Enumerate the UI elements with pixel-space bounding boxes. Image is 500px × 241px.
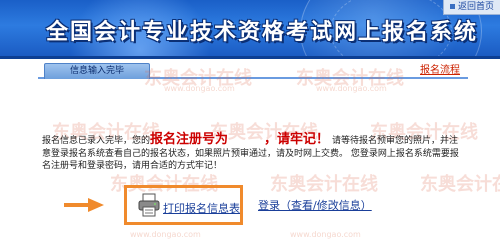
login-link[interactable]: 登录（查看/修改信息） [258, 197, 372, 213]
printer-icon [138, 193, 160, 217]
home-link[interactable]: 返回首页 [443, 0, 500, 15]
registration-notice: 报名信息已录入完毕，您的报名注册号为 ，请牢记！ 请等待报名预审您的照片，并注意… [42, 132, 466, 182]
bullet-icon [449, 4, 455, 9]
print-highlight-box: 打印报名信息表 [124, 185, 243, 225]
system-title: 全国会计专业技术资格考试网上报名系统 [46, 20, 479, 45]
watermark-url: www.dongao.com [164, 84, 235, 93]
home-link-label: 返回首页 [457, 2, 494, 12]
print-registration-link[interactable]: 打印报名信息表 [163, 200, 240, 216]
arrow-right-icon [64, 198, 104, 212]
tab-bar: 信息输入完毕 报名流程 [0, 59, 500, 85]
process-link[interactable]: 报名流程 [414, 63, 466, 78]
watermark-url: www.dongao.com [290, 230, 361, 239]
watermark-url: www.dongao.com [130, 230, 201, 239]
remember-warning: ，请牢记！ [264, 132, 330, 147]
tab-info-complete[interactable]: 信息输入完毕 [44, 63, 150, 79]
notice-text: 报名信息已录入完毕，您的 [42, 136, 151, 146]
header-banner: 全国会计专业技术资格考试网上报名系统 返回首页 [0, 0, 500, 59]
watermark-url: www.dongao.com [316, 84, 387, 93]
registration-number-label: 报名注册号为 [150, 132, 229, 147]
